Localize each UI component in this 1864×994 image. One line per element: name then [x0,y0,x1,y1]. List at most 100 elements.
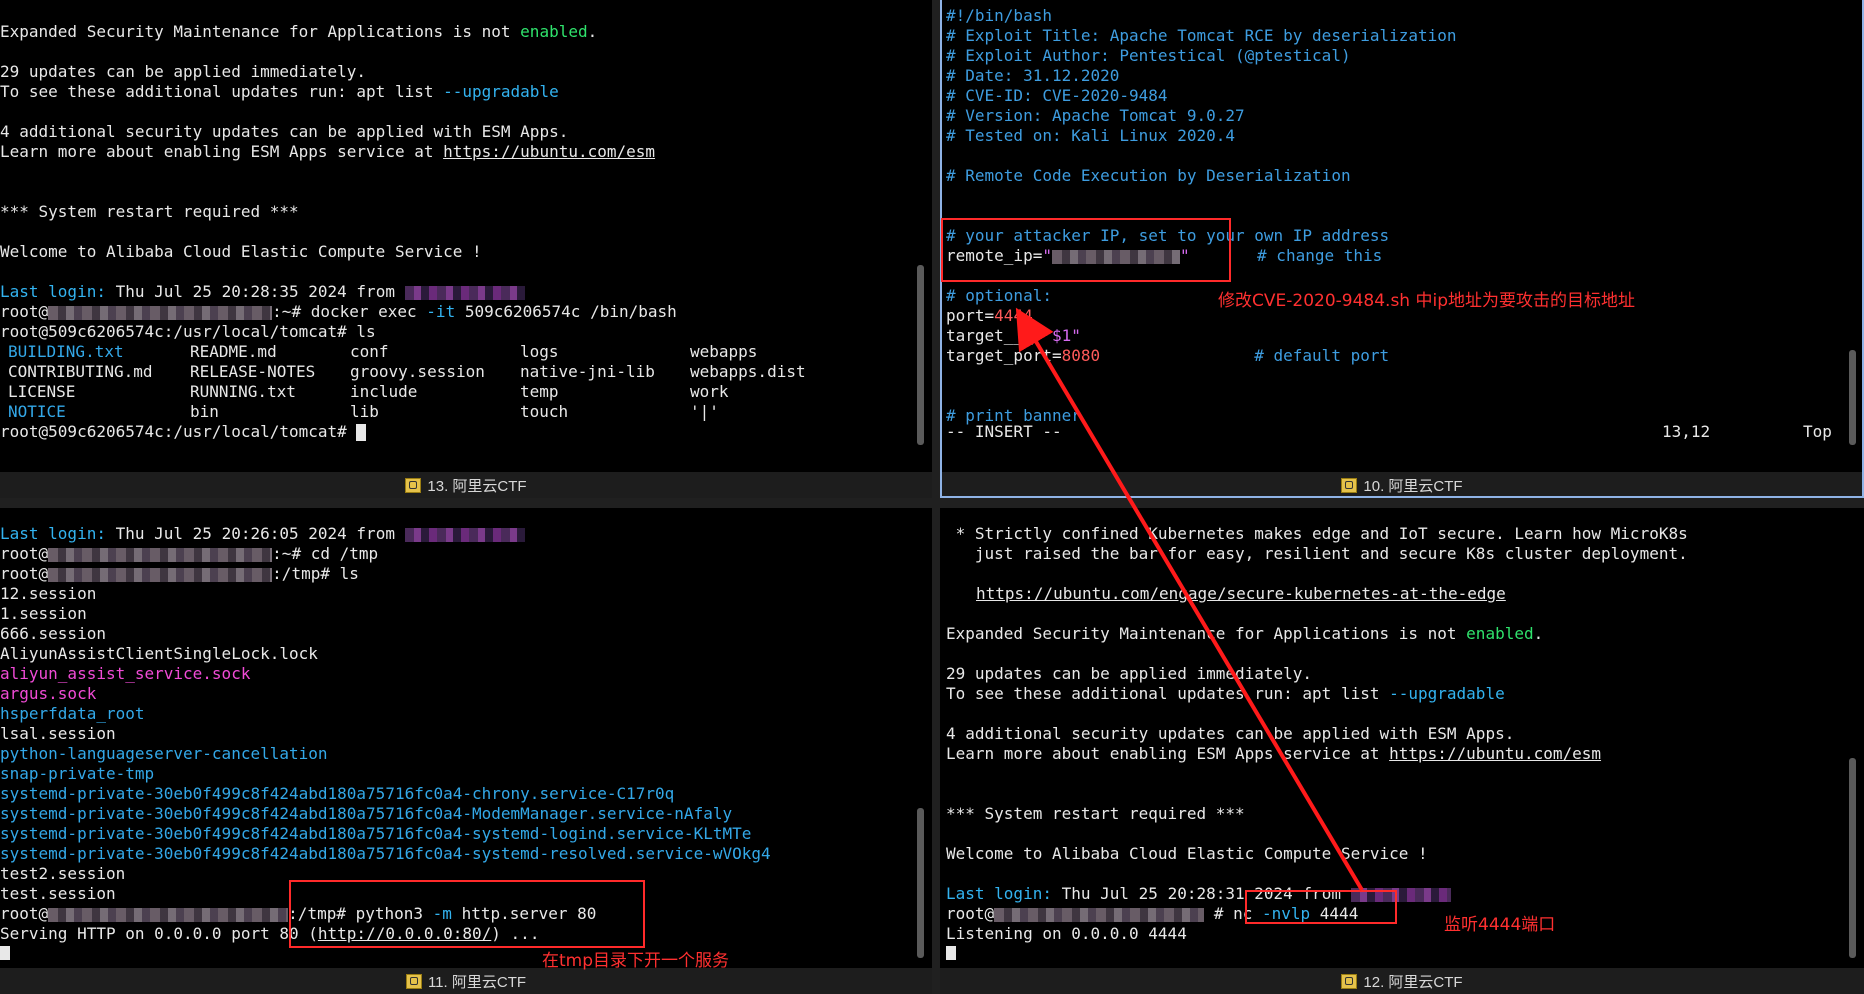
vim-line: # CVE-ID: CVE-2020-9484 [946,86,1168,105]
tab-label: 12. 阿里云CTF [1363,973,1463,991]
esm-link[interactable]: https://ubuntu.com/esm [1389,744,1601,763]
redacted-host [994,907,1205,922]
esm-line: 4 additional security updates can be app… [0,122,569,141]
redacted-host [48,567,273,582]
last-login-line: Last login: Thu Jul 25 20:26:05 2024 fro… [0,524,525,544]
ls-entry: LICENSE [8,382,76,401]
redacted-ip [404,285,525,300]
pane-divider-horizontal[interactable] [0,498,1864,508]
tab-11[interactable]: 11. 阿里云CTF [0,968,932,994]
vim-line: # Tested on: Kali Linux 2020.4 [946,126,1235,145]
vim-line: # optional: [946,286,1052,305]
upgradable-line: To see these additional updates run: apt… [0,82,559,101]
list-item: systemd-private-30eb0f499c8f424abd180a75… [0,784,675,803]
list-item: systemd-private-30eb0f499c8f424abd180a75… [0,804,733,823]
annotation-note-listen: 监听4444端口 [1444,915,1556,935]
scrollbar[interactable] [917,808,924,958]
redacted-host [48,305,273,320]
annotation-note-http-server: 在tmp目录下开一个服务 [542,951,730,971]
terminal-pane-13[interactable]: Expanded Security Maintenance for Applic… [0,0,932,498]
list-item: lsal.session [0,724,116,743]
vim-line: # Remote Code Execution by Deserializati… [946,166,1351,185]
updates-line: 29 updates can be applied immediately. [946,664,1313,683]
list-item: 1.session [0,604,87,623]
vim-status-line: -- INSERT -- 13,12 Top [946,422,1840,442]
vim-mode: -- INSERT -- [946,422,1062,441]
welcome-line: Welcome to Alibaba Cloud Elastic Compute… [0,242,482,261]
terminal-tab-icon [405,973,422,989]
terminal-pane-12[interactable]: * Strictly confined Kubernetes makes edg… [940,508,1864,994]
terminal-tab-icon [405,477,422,493]
enabled-word: enabled [1466,624,1534,643]
last-login-line: Last login: Thu Jul 25 20:28:35 2024 fro… [0,282,525,302]
ls-entry: temp [520,382,559,401]
ls-entry: README.md [190,342,277,361]
list-item: systemd-private-30eb0f499c8f424abd180a75… [0,844,771,863]
ls-entry: logs [520,342,559,361]
ls-entry: conf [350,342,389,361]
esm-link[interactable]: https://ubuntu.com/esm [443,142,655,161]
pane-divider-vertical[interactable] [932,0,940,994]
list-item: AliyunAssistClientSingleLock.lock [0,644,318,663]
vim-line: # Exploit Title: Apache Tomcat RCE by de… [946,26,1457,45]
cursor [0,946,10,960]
list-item: 666.session [0,624,106,643]
prompt-ls: root@:/tmp# ls [0,564,359,583]
ls-entry: include [350,382,418,401]
scrollbar[interactable] [1849,758,1856,958]
list-item: argus.sock [0,684,97,703]
annotation-note-modify-ip: 修改CVE-2020-9484.sh 中ip地址为要攻击的目标地址 [1218,291,1635,311]
list-item: snap-private-tmp [0,764,155,783]
updates-line: 29 updates can be applied immediately. [0,62,367,81]
annotation-box-http-server [289,880,645,948]
welcome-line: Welcome to Alibaba Cloud Elastic Compute… [946,844,1428,863]
tab-12[interactable]: 12. 阿里云CTF [940,968,1864,994]
ls-entry: '|' [690,402,719,421]
terminal-tab-icon [1341,477,1358,493]
k8s-link[interactable]: https://ubuntu.com/engage/secure-kuberne… [976,584,1506,604]
ls-entry: CONTRIBUTING.md [8,362,153,381]
ls-entry: webapps [690,342,758,361]
redacted-ip [404,527,525,542]
ls-entry: work [690,382,729,401]
ls-entry: BUILDING.txt [8,342,124,361]
listening-line: Listening on 0.0.0.0 4444 [946,924,1187,943]
esm-link-line: Learn more about enabling ESM Apps servi… [0,142,656,161]
cursor [946,946,956,960]
vim-line: target___="$1" [946,326,1081,345]
ls-entry: NOTICE [8,402,66,421]
ls-entry: bin [190,402,219,421]
redacted-host [48,547,273,562]
prompt-current[interactable]: root@509c6206574c:/usr/local/tomcat# [0,422,367,442]
restart-line: *** System restart required *** [946,804,1245,823]
esm-link-line: Learn more about enabling ESM Apps servi… [946,744,1602,763]
k8s-line-1: * Strictly confined Kubernetes makes edg… [946,524,1688,543]
ls-entry: webapps.dist [690,362,806,381]
list-item: systemd-private-30eb0f499c8f424abd180a75… [0,824,752,843]
prompt-ls: root@509c6206574c:/usr/local/tomcat# ls [0,322,376,341]
vim-line: port=4444 [946,306,1033,325]
redacted-host [48,907,289,922]
prompt-cd: root@:~# cd /tmp [0,544,379,563]
tab-10[interactable]: 10. 阿里云CTF [940,472,1864,498]
tab-13[interactable]: 13. 阿里云CTF [0,472,932,498]
ls-entry: RUNNING.txt [190,382,296,401]
motd-esm-line: Expanded Security Maintenance for Applic… [0,22,598,41]
vim-line: # Version: Apache Tomcat 9.0.27 [946,106,1245,125]
list-item: aliyun_assist_service.sock [0,664,251,683]
list-item: python-languageserver-cancellation [0,744,328,763]
scroll-position: Top [1803,422,1832,441]
annotation-box-nc [1245,890,1397,924]
list-item: test.session [0,884,116,903]
prompt-current[interactable] [0,944,10,960]
terminal-output[interactable]: Expanded Security Maintenance for Applic… [0,6,908,464]
list-item: hsperfdata_root [0,704,145,723]
annotation-box-remote-ip [941,218,1231,282]
prompt-docker-exec: root@:~# docker exec -it 509c6206574c /b… [0,302,677,321]
prompt-current[interactable] [946,944,956,960]
ls-entry: lib [350,402,379,421]
scrollbar[interactable] [1849,350,1856,445]
tab-label: 13. 阿里云CTF [427,477,527,495]
scrollbar[interactable] [917,265,924,445]
vim-line: # Date: 31.12.2020 [946,66,1120,85]
